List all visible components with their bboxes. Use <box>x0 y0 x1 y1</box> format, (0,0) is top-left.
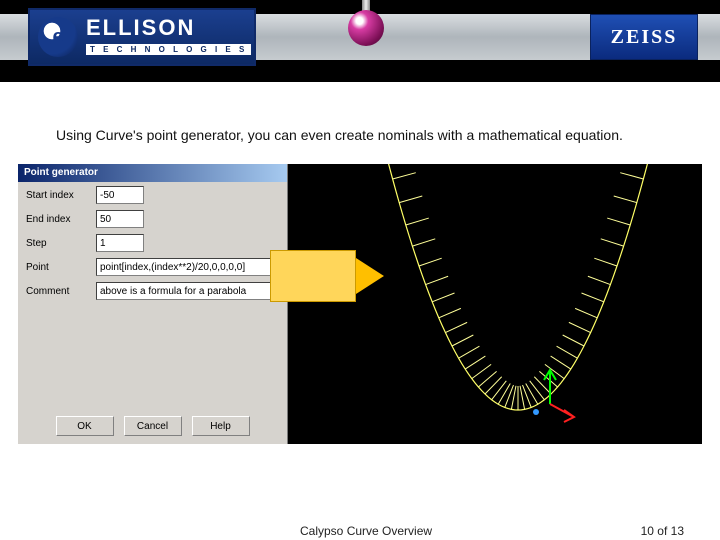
yellow-arrow-callout <box>270 250 390 310</box>
stylus-probe-icon <box>342 0 390 52</box>
label-start-index: Start index <box>26 190 96 201</box>
label-end-index: End index <box>26 214 96 225</box>
intro-text: Using Curve's point generator, you can e… <box>0 82 720 156</box>
zeiss-text: ZEISS <box>611 26 678 49</box>
ellison-logo: e ELLISON T E C H N O L O G I E S <box>28 8 256 66</box>
footer-title: Calypso Curve Overview <box>300 524 432 538</box>
arrow-right-icon <box>356 258 384 294</box>
dialog-titlebar: Point generator <box>18 164 287 182</box>
row-start-index: Start index <box>18 182 287 206</box>
zeiss-logo: ZEISS <box>590 14 698 60</box>
input-point-formula[interactable] <box>96 258 274 276</box>
footer-page-number: 10 of 13 <box>641 524 684 538</box>
input-comment[interactable] <box>96 282 274 300</box>
ellison-e-icon: e <box>38 17 78 57</box>
row-step: Step <box>18 230 287 254</box>
blue-origin-dot-icon <box>533 409 539 415</box>
row-comment: Comment <box>18 278 287 302</box>
screenshot-area: Point generator Start index End index St… <box>18 164 702 444</box>
dialog-title: Point generator <box>24 167 98 178</box>
row-point: Point <box>18 254 287 278</box>
label-point: Point <box>26 262 96 273</box>
label-comment: Comment <box>26 286 96 297</box>
slide-header: e ELLISON T E C H N O L O G I E S ZEISS <box>0 0 720 82</box>
label-step: Step <box>26 238 96 249</box>
ok-button[interactable]: OK <box>56 416 114 436</box>
input-step[interactable] <box>96 234 144 252</box>
cancel-button[interactable]: Cancel <box>124 416 182 436</box>
ellison-text: ELLISON <box>86 17 251 39</box>
row-end-index: End index <box>18 206 287 230</box>
point-generator-dialog: Point generator Start index End index St… <box>18 164 288 444</box>
help-button[interactable]: Help <box>192 416 250 436</box>
dialog-button-row: OK Cancel Help <box>18 416 287 436</box>
ellison-subtext: T E C H N O L O G I E S <box>86 44 251 55</box>
input-end-index[interactable] <box>96 210 144 228</box>
input-start-index[interactable] <box>96 186 144 204</box>
